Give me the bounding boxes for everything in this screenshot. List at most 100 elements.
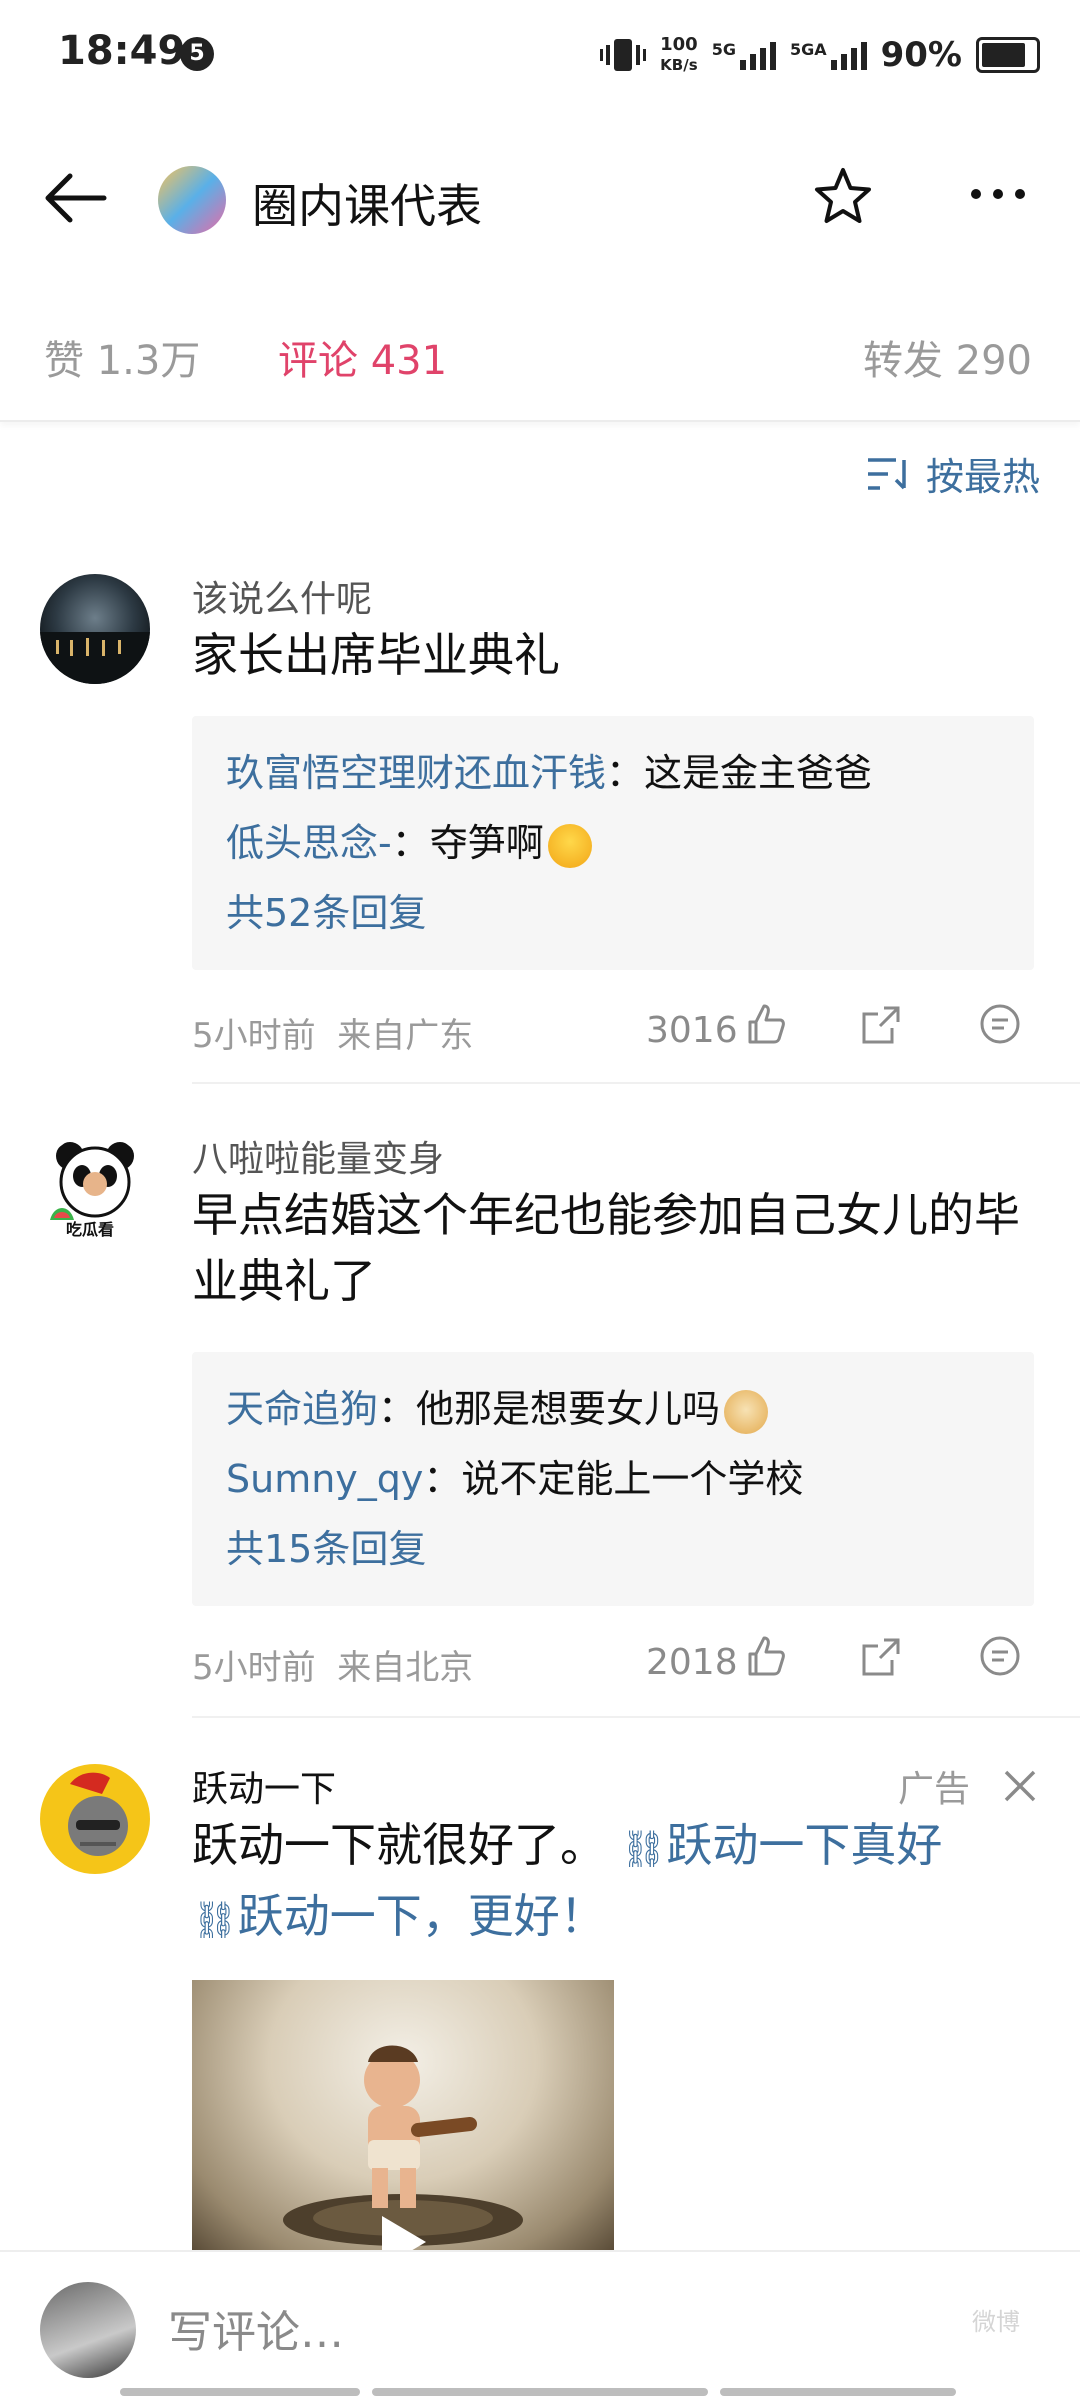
comment-time: 5小时前 来自北京 bbox=[192, 1640, 473, 1689]
ad-username[interactable]: 跃动一下 bbox=[192, 1760, 336, 1812]
location-text: 来自广东 bbox=[337, 1016, 474, 1056]
reply-icon[interactable] bbox=[978, 1002, 1022, 1046]
divider bbox=[192, 1716, 1080, 1718]
sort-toggle[interactable]: 按最热 bbox=[866, 446, 1040, 501]
signal-bars-icon bbox=[739, 40, 776, 70]
status-right: 100 KB/s 5G 5GA 90% bbox=[600, 30, 1040, 80]
vibrate-icon bbox=[600, 39, 647, 71]
user-avatar[interactable]: 吃瓜看 bbox=[40, 1134, 150, 1244]
net-type-5ga: 5GA bbox=[789, 40, 827, 59]
battery-icon bbox=[976, 37, 1040, 73]
page-title[interactable]: 圈内课代表 bbox=[252, 170, 482, 236]
reply-line: 低头思念-：夺笋啊 bbox=[226, 808, 1000, 878]
ad-link-label: 跃动一下真好 bbox=[666, 1818, 943, 1872]
close-icon[interactable] bbox=[1000, 1766, 1040, 1806]
comment-time: 5小时前 来自广东 bbox=[192, 1008, 473, 1057]
avatar-caption: 吃瓜看 bbox=[66, 1220, 115, 1239]
reply-text: ：夺笋啊 bbox=[391, 821, 544, 865]
time-text: 5小时前 bbox=[192, 1016, 316, 1056]
reply-text: ：他那是想要女儿吗 bbox=[378, 1387, 721, 1431]
net-speed: 100 KB/s bbox=[660, 35, 698, 75]
scroll-indicator bbox=[120, 2388, 360, 2396]
user-avatar[interactable] bbox=[40, 574, 150, 684]
divider bbox=[192, 1082, 1080, 1084]
comment-text: 早点结婚这个年纪也能参加自己女儿的毕业典礼了 bbox=[192, 1188, 1020, 1308]
reply-author[interactable]: 玖富悟空理财还血汗钱 bbox=[226, 751, 606, 795]
like-icon[interactable] bbox=[744, 1002, 788, 1046]
link-icon: ⛓ bbox=[620, 1829, 667, 1870]
comment-item: 该说么什呢 家长出席毕业典礼 玖富悟空理财还血汗钱：这是金主爸爸 低头思念-：夺… bbox=[0, 570, 1080, 1090]
battery-percent: 90% bbox=[880, 35, 962, 75]
more-icon[interactable] bbox=[968, 184, 1028, 204]
sort-label: 按最热 bbox=[925, 455, 1040, 499]
ad-item: 跃动一下 广告 跃动一下就很好了。 ⛓跃动一下真好 ⛓跃动一下，更好！ bbox=[0, 1760, 1080, 2250]
star-icon[interactable] bbox=[810, 164, 876, 230]
comment-item: 吃瓜看 八啦啦能量变身 早点结婚这个年纪也能参加自己女儿的毕业典礼了 天命追狗：… bbox=[0, 1130, 1080, 1718]
ad-text: 跃动一下就很好了。 ⛓跃动一下真好 ⛓跃动一下，更好！ bbox=[192, 1812, 1032, 1954]
comment-input[interactable]: 写评论… bbox=[168, 2296, 344, 2360]
reply-total-link[interactable]: 共52条回复 bbox=[226, 878, 1000, 948]
play-icon[interactable] bbox=[372, 2216, 436, 2250]
share-icon[interactable] bbox=[860, 1636, 902, 1678]
avatar-image bbox=[40, 632, 150, 684]
signal-5g: 5G bbox=[712, 40, 776, 70]
like-count: 2018 bbox=[646, 1642, 738, 1683]
laugh-cry-emoji-icon bbox=[547, 823, 592, 868]
share-icon[interactable] bbox=[860, 1004, 902, 1046]
reply-author[interactable]: 天命追狗 bbox=[226, 1387, 378, 1431]
account-avatar[interactable] bbox=[158, 166, 226, 234]
ad-link-label: 跃动一下，更好！ bbox=[237, 1889, 606, 1943]
comment-meta: 5小时前 来自北京 2018 bbox=[192, 1630, 1032, 1690]
net-type-5g: 5G bbox=[711, 40, 736, 59]
reply-line: Sumny_qy：说不定能上一个学校 bbox=[226, 1444, 1000, 1514]
ad-video-thumbnail[interactable] bbox=[192, 1980, 614, 2250]
helmet-avatar-image bbox=[68, 1772, 128, 1856]
game-character-image bbox=[283, 2045, 523, 2246]
ad-body: 跃动一下就很好了。 bbox=[192, 1818, 606, 1872]
tab-reposts[interactable]: 转发 290 bbox=[863, 328, 1032, 386]
watermark: 微博 bbox=[972, 2308, 1020, 2336]
reply-preview[interactable]: 天命追狗：他那是想要女儿吗 Sumny_qy：说不定能上一个学校 共15条回复 bbox=[192, 1352, 1034, 1606]
tab-likes[interactable]: 赞 1.3万 bbox=[44, 328, 200, 386]
ad-link[interactable]: ⛓跃动一下真好 bbox=[621, 1818, 943, 1872]
reply-text: ：这是金主爸爸 bbox=[606, 751, 873, 795]
net-speed-unit: KB/s bbox=[660, 56, 698, 74]
comment-input-bar: 写评论… 微博 bbox=[0, 2250, 1080, 2402]
battery-fill bbox=[982, 43, 1026, 67]
net-speed-value: 100 bbox=[660, 34, 698, 55]
like-icon[interactable] bbox=[744, 1634, 788, 1678]
reply-preview[interactable]: 玖富悟空理财还血汗钱：这是金主爸爸 低头思念-：夺笋啊 共52条回复 bbox=[192, 716, 1034, 970]
reply-author[interactable]: 低头思念- bbox=[226, 821, 392, 865]
status-time: 18:49 bbox=[58, 28, 186, 74]
ad-label: 广告 bbox=[897, 1769, 970, 1810]
signal-bars-icon bbox=[830, 40, 867, 70]
scroll-indicator bbox=[720, 2388, 956, 2396]
reply-line: 天命追狗：他那是想要女儿吗 bbox=[226, 1374, 1000, 1444]
link-icon: ⛓ bbox=[192, 1900, 238, 1941]
comment-text: 家长出席毕业典礼 bbox=[192, 628, 560, 682]
status-bar: 18:49 5 100 KB/s 5G 5GA 90% bbox=[0, 0, 1080, 110]
signal-5ga: 5GA bbox=[790, 40, 867, 70]
scroll-indicator bbox=[372, 2388, 708, 2396]
reply-icon[interactable] bbox=[978, 1634, 1022, 1678]
time-text: 5小时前 bbox=[192, 1648, 316, 1688]
ad-link[interactable]: ⛓跃动一下，更好！ bbox=[192, 1889, 606, 1943]
tab-comments[interactable]: 评论 431 bbox=[278, 328, 447, 386]
username[interactable]: 八啦啦能量变身 bbox=[192, 1130, 444, 1182]
back-arrow-icon[interactable] bbox=[40, 168, 110, 228]
notification-badge: 5 bbox=[180, 37, 214, 71]
tab-bar: 赞 1.3万 评论 431 转发 290 bbox=[0, 300, 1080, 422]
username[interactable]: 该说么什呢 bbox=[192, 570, 372, 622]
reply-line: 玖富悟空理财还血汗钱：这是金主爸爸 bbox=[226, 738, 1000, 808]
sort-icon bbox=[867, 457, 906, 490]
ad-avatar[interactable] bbox=[40, 1764, 150, 1874]
comment-meta: 5小时前 来自广东 3016 bbox=[192, 998, 1032, 1058]
reply-author[interactable]: Sumny_qy bbox=[226, 1457, 423, 1501]
like-count: 3016 bbox=[646, 1010, 738, 1051]
top-nav: 圈内课代表 bbox=[0, 140, 1080, 260]
doge-emoji-icon bbox=[724, 1389, 769, 1434]
reply-total-link[interactable]: 共15条回复 bbox=[226, 1514, 1000, 1584]
location-text: 来自北京 bbox=[337, 1648, 474, 1688]
my-avatar[interactable] bbox=[40, 2282, 136, 2378]
reply-text: ：说不定能上一个学校 bbox=[423, 1457, 804, 1501]
